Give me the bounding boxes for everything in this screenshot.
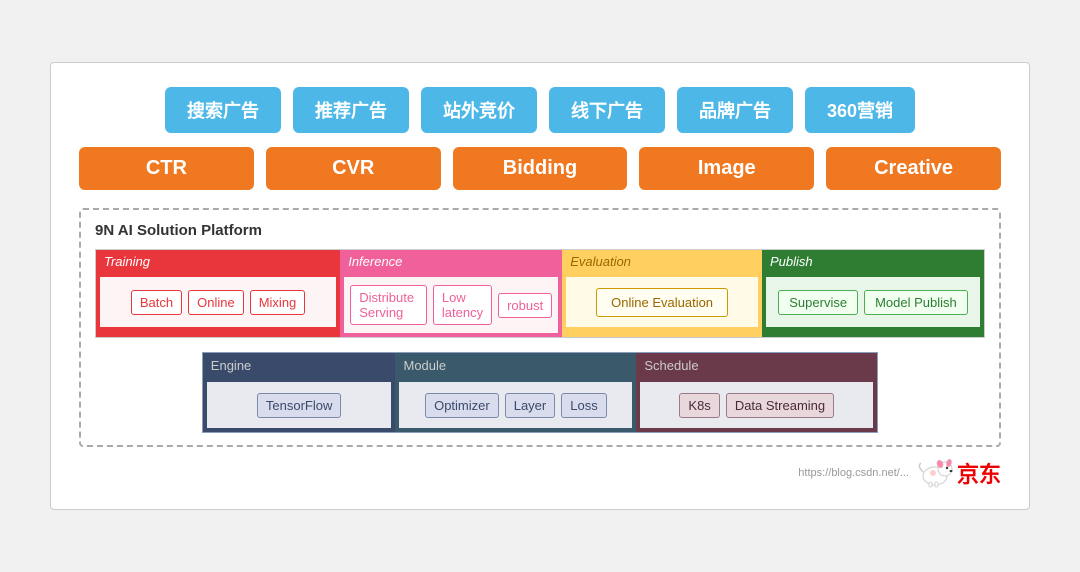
tag-layer: Layer [505,393,556,418]
tag-online-evaluation: Online Evaluation [596,288,728,317]
tag-supervise: Supervise [778,290,858,315]
jd-logo: 京东 [917,457,1001,489]
publish-body: Supervise Model Publish [766,277,980,327]
tag-k8s: K8s [679,393,719,418]
btn-brand-ad[interactable]: 品牌广告 [677,87,793,133]
evaluation-header: Evaluation [562,250,762,273]
jd-dog-icon [917,458,953,488]
tag-loss: Loss [561,393,606,418]
training-header: Training [96,250,340,273]
footer-url: https://blog.csdn.net/... [798,467,909,479]
btn-recommend-ad[interactable]: 推荐广告 [293,87,409,133]
btn-bidding[interactable]: Bidding [453,147,628,190]
section-engine: Engine TensorFlow [203,353,396,432]
module-body: Optimizer Layer Loss [399,382,632,428]
btn-ctr[interactable]: CTR [79,147,254,190]
footer: https://blog.csdn.net/... [79,457,1001,489]
tag-mixing: Mixing [250,290,306,315]
jd-brand-text: 京东 [957,457,1001,489]
tag-online: Online [188,290,244,315]
platform-title: 9N AI Solution Platform [95,222,985,239]
tag-batch: Batch [131,290,182,315]
main-container: 搜索广告 推荐广告 站外竞价 线下广告 品牌广告 360营销 CTR CVR B… [50,62,1030,510]
engine-header: Engine [203,353,396,378]
evaluation-body: Online Evaluation [566,277,758,327]
platform-section: 9N AI Solution Platform Training Batch O… [79,208,1001,447]
orange-buttons-row: CTR CVR Bidding Image Creative [79,147,1001,190]
section-training: Training Batch Online Mixing [96,250,340,337]
tag-optimizer: Optimizer [425,393,499,418]
platform-lower-grid: Engine TensorFlow Module Optimizer Layer… [202,352,878,433]
section-evaluation: Evaluation Online Evaluation [562,250,762,337]
tag-data-streaming: Data Streaming [726,393,834,418]
tag-model-publish: Model Publish [864,290,968,315]
btn-offsite-bid[interactable]: 站外竞价 [421,87,537,133]
schedule-header: Schedule [636,353,877,378]
module-header: Module [395,353,636,378]
btn-image[interactable]: Image [639,147,814,190]
tag-low-latency: Low latency [433,285,492,325]
inference-body: Distribute Serving Low latency robust [344,277,558,333]
btn-360-marketing[interactable]: 360营销 [805,87,915,133]
btn-creative[interactable]: Creative [826,147,1001,190]
tag-distribute-serving: Distribute Serving [350,285,427,325]
section-publish: Publish Supervise Model Publish [762,250,984,337]
tag-robust: robust [498,293,552,318]
publish-header: Publish [762,250,984,273]
btn-offline-ad[interactable]: 线下广告 [549,87,665,133]
training-body: Batch Online Mixing [100,277,336,327]
top-buttons-row: 搜索广告 推荐广告 站外竞价 线下广告 品牌广告 360营销 [79,87,1001,133]
inference-header: Inference [340,250,562,273]
section-inference: Inference Distribute Serving Low latency… [340,250,562,337]
btn-cvr[interactable]: CVR [266,147,441,190]
schedule-body: K8s Data Streaming [640,382,873,428]
platform-upper-grid: Training Batch Online Mixing Inference D… [95,249,985,338]
section-schedule: Schedule K8s Data Streaming [636,353,877,432]
section-module: Module Optimizer Layer Loss [395,353,636,432]
btn-search-ad[interactable]: 搜索广告 [165,87,281,133]
tag-tensorflow: TensorFlow [257,393,341,418]
engine-body: TensorFlow [207,382,392,428]
